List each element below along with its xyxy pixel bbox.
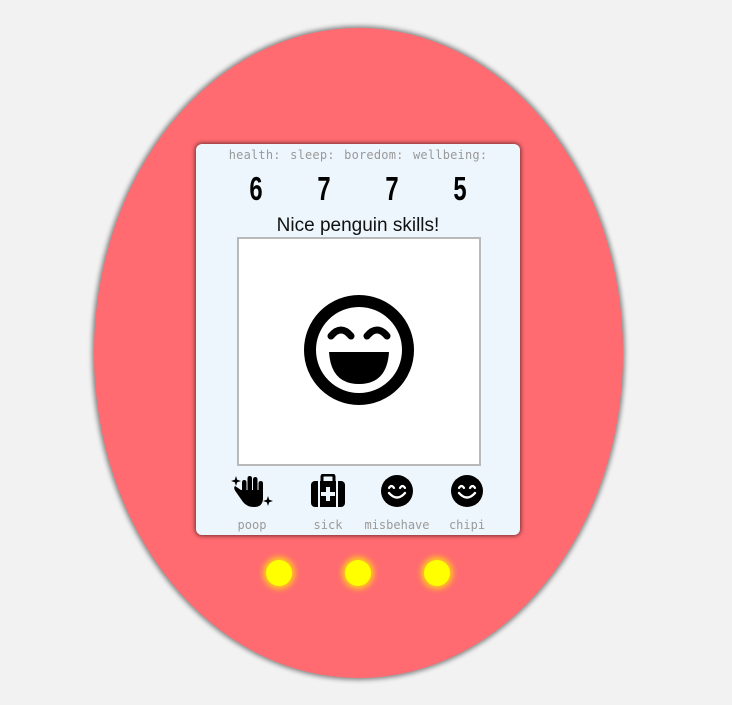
- led-light-2: [345, 560, 371, 586]
- stat-label-wellbeing: wellbeing:: [413, 148, 488, 162]
- first-aid-kit-icon: [311, 474, 345, 507]
- poop-button[interactable]: poop: [212, 474, 292, 532]
- misbehave-label: misbehave: [364, 518, 430, 532]
- stat-label-sleep: sleep:: [290, 148, 335, 162]
- stat-value-boredom: 7: [385, 170, 399, 207]
- status-message: Nice penguin skills!: [276, 215, 440, 236]
- sick-label: sick: [313, 518, 343, 532]
- misbehave-button[interactable]: misbehave: [357, 474, 437, 532]
- smile-icon: [381, 475, 413, 507]
- stat-value-health: 6: [249, 170, 263, 207]
- grinning-face-icon: [304, 295, 414, 405]
- led-light-1: [266, 560, 292, 586]
- chipi-button[interactable]: chipi: [427, 474, 507, 532]
- stat-value-wellbeing: 5: [453, 170, 467, 207]
- action-bar: poop sick misbehave chipi: [196, 474, 520, 534]
- clean-hand-sparkles-icon: [231, 476, 273, 507]
- sick-button[interactable]: sick: [288, 474, 368, 532]
- chipi-label: chipi: [448, 518, 486, 532]
- pet-display: [237, 237, 481, 466]
- tamagotchi-screen: health: sleep: boredom: wellbeing: 6 7 7…: [196, 144, 520, 535]
- smile-icon: [451, 475, 483, 507]
- led-light-3: [424, 560, 450, 586]
- stat-label-boredom: boredom:: [344, 148, 404, 162]
- stat-label-health: health:: [228, 148, 281, 162]
- stat-labels: health: sleep: boredom: wellbeing:: [196, 148, 520, 162]
- stat-value-sleep: 7: [317, 170, 331, 207]
- poop-label: poop: [237, 518, 267, 532]
